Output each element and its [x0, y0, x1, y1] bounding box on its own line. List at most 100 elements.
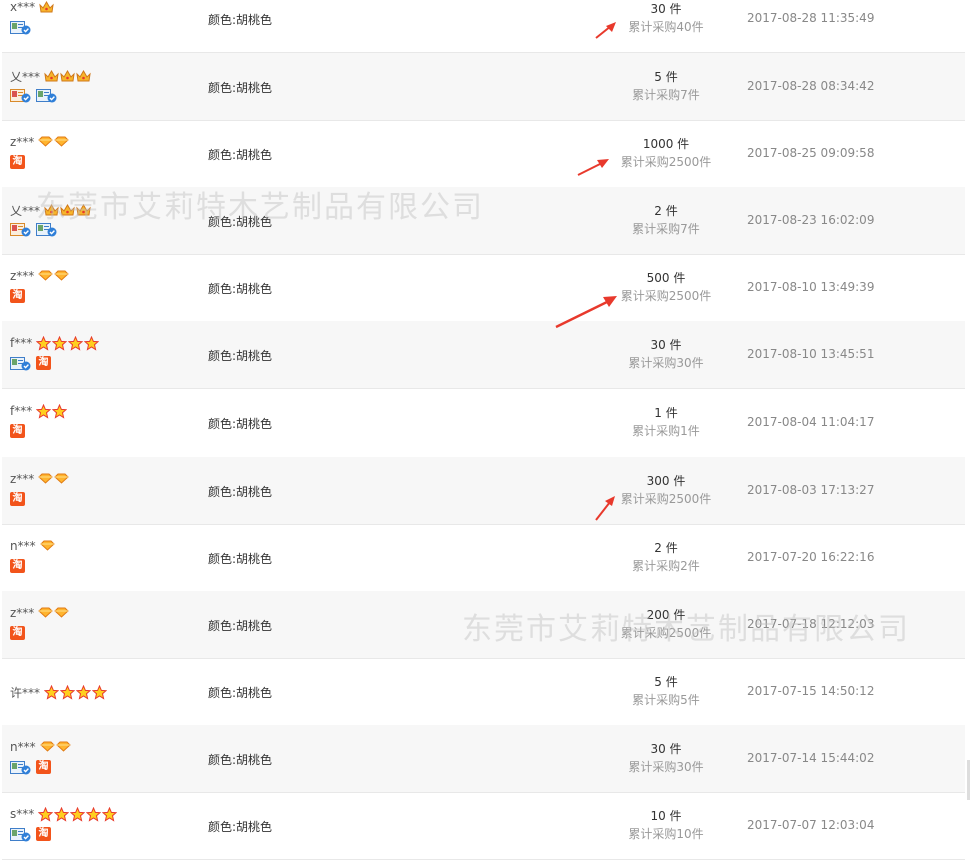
star-icon [35, 403, 52, 419]
product-spec: 颜色:胡桃色 [208, 819, 273, 834]
cumulative-purchase: 累计采购1件 [632, 423, 700, 438]
buyer-level [44, 204, 91, 216]
star-icon [70, 806, 86, 822]
buyer-name: x*** [10, 0, 54, 14]
purchase-quantity: 5 件 [654, 69, 678, 84]
cumulative-purchase: 累计采购2500件 [620, 491, 712, 506]
buyer-name: 许*** [10, 684, 108, 701]
verified-card-icon [10, 827, 32, 841]
star-icon [38, 806, 54, 822]
buyer-level [39, 540, 55, 551]
diamond-icon [38, 473, 54, 484]
purchase-record-row: s*** 淘 颜色:胡桃色 10 件累计采购10件 2017-07-07 12:03:0… [2, 792, 965, 860]
cumulative-purchase: 累计采购2500件 [620, 154, 712, 169]
buyer-level [38, 806, 118, 822]
buyer-badges: 淘 [10, 288, 25, 303]
tao-icon: 淘 [10, 154, 25, 169]
product-spec: 颜色:胡桃色 [208, 214, 273, 229]
cumulative-purchase: 累计采购2件 [632, 558, 700, 573]
buyer-badges: 淘 [10, 558, 25, 573]
purchase-quantity: 1 件 [654, 405, 678, 420]
buyer-level [39, 741, 71, 752]
product-spec: 颜色:胡桃色 [208, 147, 273, 162]
cumulative-purchase: 累计采购10件 [628, 826, 704, 841]
star-icon [75, 684, 92, 700]
purchase-record-row: z*** 淘 颜色:胡桃色 200 件累计采购2500件 2017-07-18 12:1… [2, 591, 965, 659]
buyer-badges: 淘 [10, 491, 25, 506]
buyer-name-text: 乂*** [10, 69, 41, 84]
product-spec: 颜色:胡桃色 [208, 484, 273, 499]
crown-icon [76, 70, 91, 82]
crown-icon [44, 204, 59, 216]
purchase-time: 2017-08-28 11:35:49 [747, 10, 875, 25]
star-icon [43, 684, 60, 700]
purchase-time: 2017-08-10 13:49:39 [747, 279, 875, 294]
crown-icon [39, 0, 54, 13]
tao-icon: 淘 [36, 826, 51, 841]
buyer-badges: 淘 [10, 355, 51, 370]
diamond-icon [38, 270, 54, 281]
cumulative-purchase: 累计采购30件 [628, 355, 704, 370]
diamond-icon [55, 741, 71, 752]
verified-card-icon [10, 760, 32, 774]
purchase-time: 2017-07-14 15:44:02 [747, 750, 875, 765]
purchase-time: 2017-08-23 16:02:09 [747, 212, 875, 227]
purchase-quantity: 500 件 [646, 270, 686, 285]
purchase-time: 2017-08-28 08:34:42 [747, 78, 875, 93]
buyer-name-text: f*** [10, 404, 33, 418]
buyer-badges: 淘 [10, 759, 51, 774]
buyer-badges: 淘 [10, 625, 25, 640]
buyer-name: z*** [10, 472, 70, 486]
purchase-quantity: 1000 件 [642, 136, 690, 151]
tao-icon: 淘 [10, 625, 25, 640]
tao-icon: 淘 [10, 423, 25, 438]
purchase-record-row: n*** 淘 颜色:胡桃色 2 件累计采购2件 2017-07-20 16:22:16 [2, 524, 965, 592]
purchase-time: 2017-08-04 11:04:17 [747, 414, 875, 429]
purchase-quantity: 30 件 [650, 337, 682, 352]
purchase-quantity: 5 件 [654, 674, 678, 689]
buyer-level [35, 335, 100, 351]
verified-card-icon [10, 356, 32, 370]
star-icon [54, 806, 70, 822]
cumulative-purchase: 累计采购5件 [632, 692, 700, 707]
cumulative-purchase: 累计采购2500件 [620, 625, 712, 640]
star-icon [83, 335, 100, 351]
buyer-name: z*** [10, 268, 70, 283]
diamond-icon [54, 270, 70, 281]
buyer-name: 乂*** [10, 68, 91, 85]
buyer-name: s*** [10, 806, 118, 822]
purchase-record-row: f*** 淘 颜色:胡桃色 30 件累计采购30件 2017-08-10 13:45:5… [2, 321, 965, 389]
buyer-badges: 淘 [10, 423, 25, 438]
merchant-card-icon [10, 88, 32, 102]
purchase-record-row: z*** 淘 颜色:胡桃色 300 件累计采购2500件 2017-08-03 17:1… [2, 457, 965, 525]
buyer-name: z*** [10, 606, 70, 620]
star-icon [102, 806, 118, 822]
buyer-name: f*** [10, 335, 100, 351]
buyer-level [38, 136, 70, 147]
purchase-record-row: 乂*** 颜色:胡桃色 5 件累计采购7件 2017-08-28 08:34:42 [2, 53, 965, 121]
tao-icon: 淘 [36, 759, 51, 774]
cumulative-purchase: 累计采购40件 [628, 19, 704, 34]
buyer-name-text: 乂*** [10, 203, 41, 218]
purchase-record-row: 许*** 颜色:胡桃色 5 件累计采购5件 2017-07-15 14:50:12 [2, 658, 965, 726]
buyer-name: f*** [10, 403, 68, 419]
purchase-quantity: 30 件 [650, 741, 682, 756]
buyer-name-text: x*** [10, 0, 36, 14]
merchant-card-icon [10, 222, 32, 236]
purchase-quantity: 30 件 [650, 1, 682, 16]
crown-icon [44, 70, 59, 82]
buyer-level [39, 0, 54, 13]
buyer-name: n*** [10, 539, 55, 553]
buyer-name-text: z*** [10, 268, 35, 283]
buyer-badges [10, 20, 32, 34]
diamond-icon [39, 741, 55, 752]
buyer-level [43, 684, 108, 700]
diamond-icon [39, 540, 55, 551]
star-icon [35, 335, 52, 351]
star-icon [86, 806, 102, 822]
buyer-badges [10, 88, 58, 102]
buyer-badges [10, 222, 58, 236]
star-icon [67, 335, 84, 351]
star-icon [91, 684, 108, 700]
purchase-quantity: 200 件 [646, 607, 686, 622]
